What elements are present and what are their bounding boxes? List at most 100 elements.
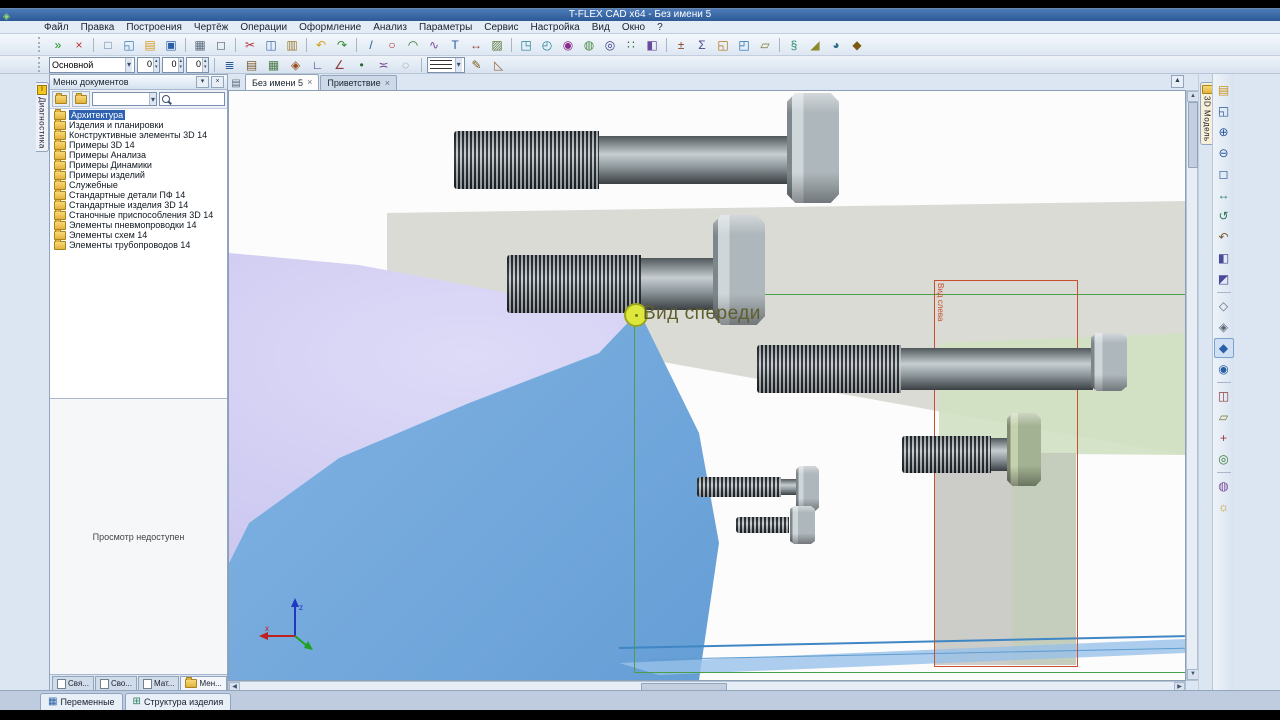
hatch-icon[interactable]: ▨ xyxy=(487,35,507,54)
coordinate-spinner-1[interactable]: 0 ▴ ▾ xyxy=(137,56,160,73)
layer-settings-icon[interactable]: ▤ xyxy=(242,55,262,74)
materials-icon[interactable]: ◍ xyxy=(1214,476,1234,496)
tree-item[interactable]: Изделия и планировки xyxy=(50,118,227,130)
front-view-icon[interactable]: ◧ xyxy=(1214,248,1234,268)
bolt-5-shank[interactable] xyxy=(781,479,796,495)
bottom-tab[interactable]: ⊞ Структура изделия xyxy=(124,693,232,710)
eraser-icon[interactable]: ◺ xyxy=(489,55,509,74)
finish-input-icon[interactable]: » xyxy=(48,35,68,54)
angle-icon[interactable]: ∠ xyxy=(330,55,350,74)
panel-tab[interactable]: Сво... xyxy=(94,676,137,690)
arc-icon[interactable]: ◠ xyxy=(403,35,423,54)
section-view-icon[interactable]: ◫ xyxy=(1214,386,1234,406)
grid-icon[interactable]: ▦ xyxy=(264,55,284,74)
print-icon[interactable]: ▦ xyxy=(190,35,210,54)
array-icon[interactable]: ∷ xyxy=(621,35,641,54)
cancel-input-icon[interactable]: × xyxy=(69,35,89,54)
extrusion-icon[interactable]: ◳ xyxy=(516,35,536,54)
relations-icon[interactable]: ≍ xyxy=(374,55,394,74)
menu-item[interactable]: Операции xyxy=(234,21,293,34)
diagnostics-panel-tab[interactable]: ! Диагностика xyxy=(36,82,49,152)
new-document-icon[interactable]: □ xyxy=(98,35,118,54)
mirror-icon[interactable]: ◧ xyxy=(642,35,662,54)
close-icon[interactable]: × xyxy=(307,78,312,87)
workplane-icon[interactable]: ▱ xyxy=(755,35,775,54)
workplanes-toggle-icon[interactable]: ▱ xyxy=(1214,407,1234,427)
visual-settings-icon[interactable]: ◆ xyxy=(847,35,867,54)
folder-combobox[interactable]: ▾ xyxy=(92,92,157,106)
3d-viewport[interactable]: Вид слева Вид спереди z x xyxy=(228,90,1186,681)
tree-item[interactable]: Стандартные детали ПФ 14 xyxy=(50,188,227,200)
spinner-buttons[interactable]: ▴ ▾ xyxy=(153,57,159,72)
layer-combobox[interactable]: Основной ▾ xyxy=(49,56,136,73)
tree-item[interactable]: Элементы пневмопроводки 14 xyxy=(50,218,227,230)
tree-item[interactable]: Примеры Динамики xyxy=(50,158,227,170)
wireframe-mode-icon[interactable]: ◇ xyxy=(1214,296,1234,316)
redo-icon[interactable]: ↷ xyxy=(332,35,352,54)
pen-style-icon[interactable]: ✎ xyxy=(467,55,487,74)
open-document-icon[interactable]: ▤ xyxy=(140,35,160,54)
document-tab[interactable]: Приветствие × xyxy=(320,75,397,90)
bolt-3-thread[interactable] xyxy=(757,345,901,393)
zoom-out-icon[interactable]: ⊖ xyxy=(1214,143,1234,163)
spinner-buttons[interactable]: ▴ ▾ xyxy=(177,57,184,72)
boolean-icon[interactable]: ◉ xyxy=(558,35,578,54)
isometry-view-icon[interactable]: ◩ xyxy=(1214,269,1234,289)
paste-icon[interactable]: ▥ xyxy=(282,35,302,54)
tree-item[interactable]: Элементы трубопроводов 14 xyxy=(50,238,227,250)
new-3d-document-icon[interactable]: ◱ xyxy=(119,35,139,54)
spinner-buttons[interactable]: ▴ ▾ xyxy=(202,57,208,72)
toolbar-grip[interactable] xyxy=(38,37,44,52)
fillet-icon[interactable]: ◕ xyxy=(826,35,846,54)
bolt-5-thread[interactable] xyxy=(697,477,781,497)
bolt-2-thread[interactable] xyxy=(507,255,641,313)
zoom-in-icon[interactable]: ⊕ xyxy=(1214,122,1234,142)
panel-tab[interactable]: Мат... xyxy=(138,676,180,690)
tree-item[interactable]: Архитектура xyxy=(50,109,227,120)
bolt-4-thread[interactable] xyxy=(902,436,991,473)
bolt-4-shank[interactable] xyxy=(991,438,1007,471)
menu-item[interactable]: Оформление xyxy=(293,21,367,34)
document-tab[interactable]: Без имени 5 × xyxy=(245,74,320,90)
menu-item[interactable]: Параметры xyxy=(413,21,478,34)
search-input[interactable] xyxy=(159,92,225,106)
previous-view-icon[interactable]: ↶ xyxy=(1214,227,1234,247)
construction-lines-icon[interactable]: ◌ xyxy=(396,55,416,74)
menu-item[interactable]: Вид xyxy=(586,21,616,34)
shaded-mode-icon[interactable]: ◆ xyxy=(1213,338,1234,358)
bolt-1-thread[interactable] xyxy=(454,131,599,189)
close-icon[interactable]: × xyxy=(385,78,390,88)
bolt-6-thread[interactable] xyxy=(736,517,789,533)
tree-item[interactable]: Конструктивные элементы 3D 14 xyxy=(50,128,227,140)
chamfer-icon[interactable]: ◢ xyxy=(805,35,825,54)
lighting-icon[interactable]: ☼ xyxy=(1214,497,1234,517)
bolt-1-head[interactable] xyxy=(787,93,839,203)
menu-item[interactable]: Сервис xyxy=(478,21,524,34)
menu-item[interactable]: Настройка xyxy=(525,21,586,34)
axes-toggle-icon[interactable]: + xyxy=(1214,428,1234,448)
menu-item[interactable]: Окно xyxy=(616,21,651,34)
tab-scroll-icon[interactable]: ▲ xyxy=(1171,75,1184,88)
menu-item[interactable]: Правка xyxy=(75,21,121,34)
pan-view-icon[interactable]: ↔ xyxy=(1214,185,1234,205)
hole-icon[interactable]: ◎ xyxy=(600,35,620,54)
panel-tab[interactable]: Мен... xyxy=(180,676,227,690)
rotation-icon[interactable]: ◴ xyxy=(537,35,557,54)
layers-icon[interactable]: ≣ xyxy=(220,55,240,74)
folder-view-button[interactable] xyxy=(72,91,90,107)
menu-item[interactable]: ? xyxy=(651,21,669,34)
tree-item[interactable]: Станочные приспособления 3D 14 xyxy=(50,208,227,220)
menu-item[interactable]: Файл xyxy=(38,21,75,34)
helix-icon[interactable]: § xyxy=(784,35,804,54)
panel-tab[interactable]: Свя... xyxy=(52,676,94,690)
circle-icon[interactable]: ○ xyxy=(382,35,402,54)
bolt-4-head[interactable] xyxy=(1007,413,1041,486)
vertical-scrollbar[interactable]: ▲ ▼ xyxy=(1186,90,1199,681)
zoom-all-icon[interactable]: ◻ xyxy=(1214,164,1234,184)
line-style-combobox[interactable]: ▾ xyxy=(426,56,465,73)
tree-item[interactable]: Стандартные изделия 3D 14 xyxy=(50,198,227,210)
pin-icon[interactable]: ▾ xyxy=(196,76,209,88)
close-icon[interactable]: × xyxy=(211,76,224,88)
tree-item[interactable]: Примеры изделий xyxy=(50,168,227,180)
side-workplane-border[interactable] xyxy=(934,280,1078,667)
